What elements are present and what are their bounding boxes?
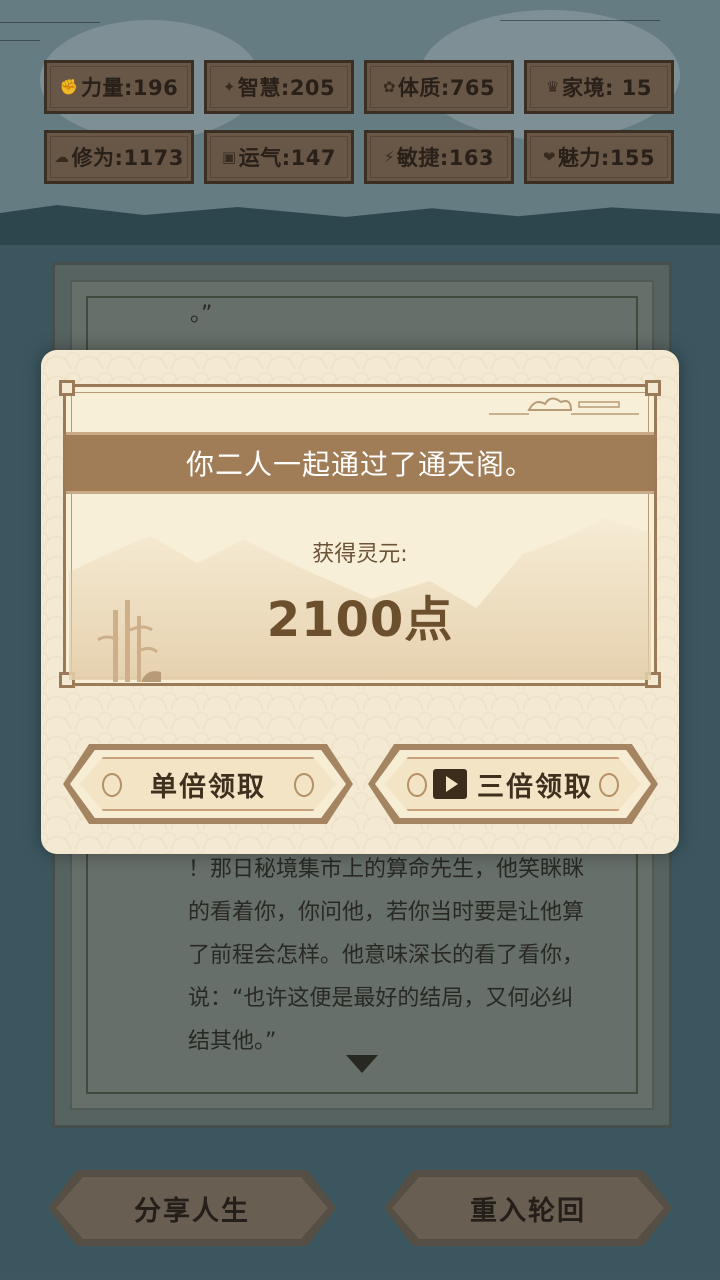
reward-label: 获得灵元:	[312, 542, 408, 567]
scroll-ornament-icon	[102, 773, 122, 797]
frame-corner	[645, 380, 661, 396]
dialog-title: 你二人一起通过了通天阁。	[185, 448, 534, 481]
button-border: 三倍领取	[375, 750, 651, 818]
claim-triple-label: 三倍领取	[477, 771, 593, 803]
claim-single-label: 单倍领取	[150, 771, 266, 803]
title-banner: 你二人一起通过了通天阁。	[66, 432, 654, 494]
claim-single-button[interactable]: 单倍领取	[63, 744, 353, 824]
reward-dialog: 你二人一起通过了通天阁。 获得灵元: 2100点 单倍领取 三倍领取	[41, 350, 679, 854]
cloud-decoration-icon	[489, 397, 639, 415]
scroll-ornament-icon	[294, 773, 314, 797]
button-face: 单倍领取	[80, 757, 336, 811]
scroll-ornament-icon	[599, 773, 619, 797]
frame-corner	[59, 380, 75, 396]
claim-triple-button[interactable]: 三倍领取	[368, 744, 658, 824]
button-border: 单倍领取	[70, 750, 346, 818]
video-play-icon	[433, 769, 467, 799]
button-face: 三倍领取	[385, 757, 641, 811]
scroll-ornament-icon	[407, 773, 427, 797]
reward-amount: 2100点	[266, 592, 454, 648]
